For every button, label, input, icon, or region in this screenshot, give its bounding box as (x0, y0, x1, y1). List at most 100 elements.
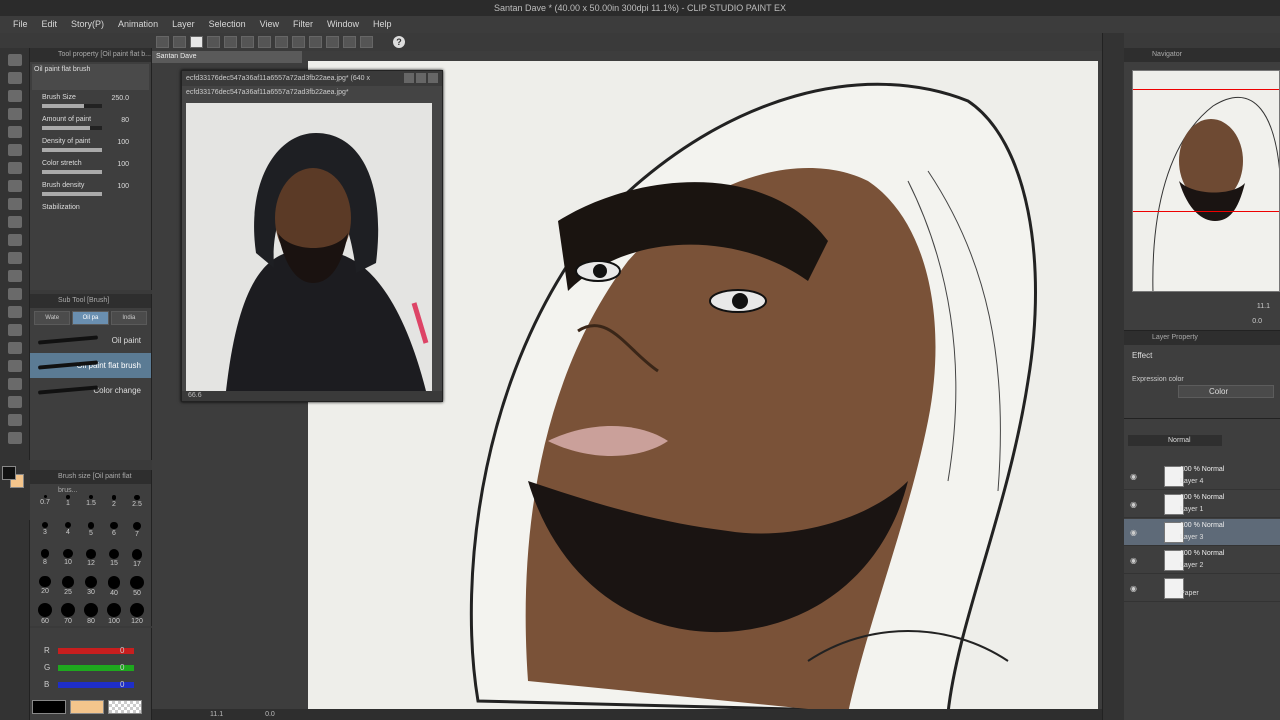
menu-edit[interactable]: Edit (35, 16, 65, 33)
brush-size-preset[interactable]: 20 (34, 573, 56, 598)
brush-size-preset[interactable]: 50 (126, 573, 148, 598)
brush-size-preset[interactable]: 17 (126, 546, 148, 571)
visibility-eye-icon[interactable]: ◉ (1130, 584, 1137, 593)
menu-help[interactable]: Help (366, 16, 399, 33)
fill-tool-icon[interactable] (8, 270, 22, 282)
brush-tool-icon[interactable] (8, 198, 22, 210)
sub-tool-oil-paint[interactable]: Oil paint (30, 328, 151, 353)
layer-row[interactable]: ◉ 100 % Normal Layer 1 (1124, 491, 1280, 518)
brush-size-preset[interactable]: 120 (126, 600, 148, 625)
balloon-tool-icon[interactable] (8, 342, 22, 354)
menu-layer[interactable]: Layer (165, 16, 202, 33)
brush-size-value[interactable]: 250.0 (111, 95, 129, 102)
navigator-rotation[interactable]: 0.0 (1252, 318, 1262, 325)
correct-line-tool-icon[interactable] (8, 360, 22, 372)
brush-size-preset[interactable]: 8 (34, 546, 56, 571)
brush-size-preset[interactable]: 12 (80, 546, 102, 571)
transparent-color-chip[interactable] (108, 700, 142, 714)
crop-icon[interactable] (292, 36, 305, 48)
visibility-eye-icon[interactable]: ◉ (1130, 500, 1137, 509)
color-stretch-value[interactable]: 100 (117, 161, 129, 168)
navigator-zoom[interactable]: 11.1 (1257, 303, 1270, 310)
brush-size-preset[interactable]: 4 (57, 519, 79, 544)
amount-of-paint-value[interactable]: 80 (121, 117, 129, 124)
brush-size-preset[interactable]: 0.7 (34, 492, 56, 517)
minimize-icon[interactable] (404, 73, 414, 83)
view-options-icon[interactable] (360, 36, 373, 48)
density-of-paint-property[interactable]: Density of paint 100 (30, 136, 151, 158)
maximize-icon[interactable] (416, 73, 426, 83)
blue-value[interactable]: 0 (120, 676, 124, 693)
text-tool-icon[interactable] (8, 324, 22, 336)
reference-title-bar[interactable]: ecfd33176dec547a36af11a6557a72ad3fb22aea… (182, 71, 442, 86)
tab-oil-paint[interactable]: Oil pa (72, 311, 109, 325)
visibility-eye-icon[interactable]: ◉ (1130, 556, 1137, 565)
main-color-chip[interactable] (32, 700, 66, 714)
brush-size-preset[interactable]: 3 (34, 519, 56, 544)
brush-size-preset[interactable]: 2 (103, 492, 125, 517)
eyedropper-tool-icon[interactable] (8, 144, 22, 156)
zoom-tool-icon[interactable] (8, 108, 22, 120)
menu-animation[interactable]: Animation (111, 16, 165, 33)
brush-size-preset[interactable]: 6 (103, 519, 125, 544)
red-value[interactable]: 0 (120, 642, 124, 659)
tab-india-ink[interactable]: India (110, 311, 147, 325)
visibility-eye-icon[interactable]: ◉ (1130, 528, 1137, 537)
select-layer-icon[interactable] (309, 36, 322, 48)
blue-slider[interactable]: B 0 (30, 676, 151, 693)
layer-row[interactable]: ◉ 100 % Normal Layer 2 (1124, 547, 1280, 574)
ruler-tool-icon[interactable] (8, 396, 22, 408)
zoom-readout[interactable]: 11.1 (210, 711, 223, 718)
decoration-tool-icon[interactable] (8, 378, 22, 390)
menu-filter[interactable]: Filter (286, 16, 320, 33)
amount-of-paint-slider[interactable] (42, 126, 102, 130)
brush-size-preset[interactable]: 30 (80, 573, 102, 598)
density-of-paint-slider[interactable] (42, 148, 102, 152)
sub-color-chip[interactable] (70, 700, 104, 714)
save-icon[interactable] (190, 36, 203, 48)
brush-size-preset[interactable]: 60 (34, 600, 56, 625)
brush-size-preset[interactable]: 2.5 (126, 492, 148, 517)
transform-icon[interactable] (241, 36, 254, 48)
layer-row[interactable]: ◉ 100 % Normal Layer 4 (1124, 463, 1280, 490)
lasso-tool-icon[interactable] (8, 90, 22, 102)
canvas-tab[interactable]: Santan Dave (152, 51, 302, 63)
hand-tool-icon[interactable] (8, 54, 22, 66)
brush-density-property[interactable]: Brush density 100 (30, 180, 151, 202)
color-stretch-property[interactable]: Color stretch 100 (30, 158, 151, 180)
navigator-thumbnail[interactable] (1132, 70, 1280, 292)
selection-tool-icon[interactable] (8, 126, 22, 138)
blend-tool-icon[interactable] (8, 234, 22, 246)
brush-density-value[interactable]: 100 (117, 183, 129, 190)
brush-size-preset[interactable]: 15 (103, 546, 125, 571)
pencil-tool-icon[interactable] (8, 180, 22, 192)
figure-tool-icon[interactable] (8, 306, 22, 318)
green-value[interactable]: 0 (120, 659, 124, 676)
sub-tool-oil-paint-flat-brush[interactable]: Oil paint flat brush (30, 353, 151, 378)
rotation-readout[interactable]: 0.0 (265, 711, 275, 718)
brush-size-preset[interactable]: 1.5 (80, 492, 102, 517)
expression-color-select[interactable]: Color (1178, 385, 1274, 398)
menu-selection[interactable]: Selection (202, 16, 253, 33)
ruler-icon[interactable] (326, 36, 339, 48)
fill-icon[interactable] (275, 36, 288, 48)
eraser-tool-icon[interactable] (8, 252, 22, 264)
brush-size-preset[interactable]: 10 (57, 546, 79, 571)
density-of-paint-value[interactable]: 100 (117, 139, 129, 146)
brush-size-preset[interactable]: 7 (126, 519, 148, 544)
snap-icon[interactable] (343, 36, 356, 48)
menu-view[interactable]: View (253, 16, 286, 33)
brush-size-preset[interactable]: 100 (103, 600, 125, 625)
brush-size-preset[interactable]: 25 (57, 573, 79, 598)
blending-mode-select[interactable]: Normal (1128, 435, 1222, 446)
menu-file[interactable]: File (6, 16, 35, 33)
color-stretch-slider[interactable] (42, 170, 102, 174)
red-slider[interactable]: R 0 (30, 642, 151, 659)
reference-zoom[interactable]: 66.6 (182, 391, 442, 401)
layer-row[interactable]: ◉ 100 % Normal Layer 3 (1124, 519, 1280, 546)
stabilization-property[interactable]: Stabilization (30, 202, 151, 224)
menu-story[interactable]: Story(P) (64, 16, 111, 33)
pen-tool-icon[interactable] (8, 162, 22, 174)
help-icon[interactable]: ? (393, 36, 405, 48)
clear-icon[interactable] (258, 36, 271, 48)
